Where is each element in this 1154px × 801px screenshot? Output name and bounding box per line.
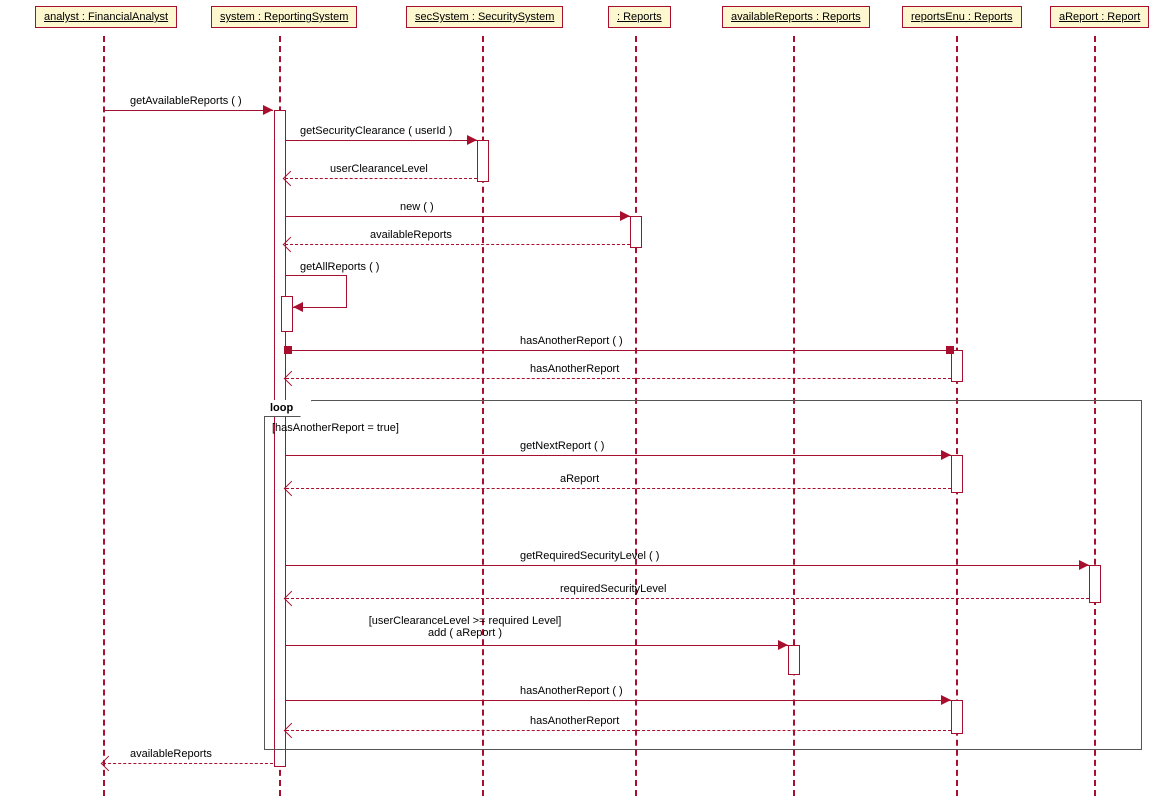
lifeline-label: aReport : Report xyxy=(1059,11,1140,23)
lifeline-head-reportsenu: reportsEnu : Reports xyxy=(902,6,1022,28)
activation-system-self xyxy=(281,296,293,332)
lifeline-head-secsystem: secSystem : SecuritySystem xyxy=(406,6,563,28)
activation-reportsenu-3 xyxy=(951,700,963,734)
loop-frame xyxy=(264,400,1142,750)
activation-areport xyxy=(1089,565,1101,603)
label-r2: userClearanceLevel xyxy=(330,163,428,175)
label-m2: getSecurityClearance ( userId ) xyxy=(300,125,452,137)
lifeline-analyst xyxy=(103,36,105,796)
label-m7: getRequiredSecurityLevel ( ) xyxy=(520,550,659,562)
lifeline-label: reportsEnu : Reports xyxy=(911,11,1013,23)
selfcall-m4-top xyxy=(286,275,346,276)
label-m4: getAllReports ( ) xyxy=(300,261,379,273)
label-m5: hasAnotherReport ( ) xyxy=(520,335,623,347)
arrow-r5 xyxy=(286,378,951,379)
label-m6: getNextReport ( ) xyxy=(520,440,604,452)
arrow-r2 xyxy=(285,178,477,179)
lifeline-label: availableReports : Reports xyxy=(731,11,861,23)
lifeline-label: : Reports xyxy=(617,11,662,23)
arrowhead-m2 xyxy=(467,135,477,145)
arrow-m9 xyxy=(286,700,951,701)
lifeline-label: secSystem : SecuritySystem xyxy=(415,11,554,23)
label-m3: new ( ) xyxy=(400,201,434,213)
label-r3: availableReports xyxy=(370,229,452,241)
sq-start-m5 xyxy=(284,346,292,354)
loop-guard: [hasAnotherReport = true] xyxy=(272,422,399,434)
arrowhead-m4 xyxy=(293,302,303,312)
selfcall-m4-side xyxy=(346,275,347,307)
arrowhead-m6 xyxy=(941,450,951,460)
label-r10: availableReports xyxy=(130,748,212,760)
label-m1: getAvailableReports ( ) xyxy=(130,95,242,107)
lifeline-label: analyst : FinancialAnalyst xyxy=(44,11,168,23)
arrow-m7 xyxy=(286,565,1089,566)
lifeline-head-areport: aReport : Report xyxy=(1050,6,1149,28)
arrow-m3 xyxy=(285,216,630,217)
arrow-m8 xyxy=(286,645,788,646)
arrow-r7 xyxy=(286,598,1089,599)
arrowhead-r5 xyxy=(284,371,300,387)
activation-secsystem xyxy=(477,140,489,182)
arrowhead-m1 xyxy=(263,105,273,115)
lifeline-head-system: system : ReportingSystem xyxy=(211,6,357,28)
arrow-m2 xyxy=(285,140,477,141)
arrow-m6 xyxy=(286,455,951,456)
arrow-r6 xyxy=(286,488,951,489)
sequence-diagram: analyst : FinancialAnalyst system : Repo… xyxy=(0,0,1154,801)
label-r7: requiredSecurityLevel xyxy=(560,583,666,595)
arrow-r3 xyxy=(285,244,630,245)
lifeline-head-reports: : Reports xyxy=(608,6,671,28)
arrowhead-m7 xyxy=(1079,560,1089,570)
activation-reports xyxy=(630,216,642,248)
label-r5: hasAnotherReport xyxy=(530,363,619,375)
lifeline-head-availablereports: availableReports : Reports xyxy=(722,6,870,28)
arrow-r9 xyxy=(286,730,951,731)
arrowhead-m8 xyxy=(778,640,788,650)
label-m9: hasAnotherReport ( ) xyxy=(520,685,623,697)
activation-availablereports xyxy=(788,645,800,675)
activation-reportsenu-1 xyxy=(951,350,963,382)
sq-end-m5 xyxy=(946,346,954,354)
label-r9: hasAnotherReport xyxy=(530,715,619,727)
label-m8: [userClearanceLevel >= required Level] a… xyxy=(360,615,570,639)
activation-reportsenu-2 xyxy=(951,455,963,493)
arrow-m5 xyxy=(292,350,950,351)
arrow-m1 xyxy=(103,110,273,111)
lifeline-label: system : ReportingSystem xyxy=(220,11,348,23)
loop-title: loop xyxy=(270,402,293,414)
arrowhead-m9 xyxy=(941,695,951,705)
lifeline-head-analyst: analyst : FinancialAnalyst xyxy=(35,6,177,28)
label-r6: aReport xyxy=(560,473,599,485)
arrowhead-m3 xyxy=(620,211,630,221)
arrow-r10 xyxy=(103,763,273,764)
